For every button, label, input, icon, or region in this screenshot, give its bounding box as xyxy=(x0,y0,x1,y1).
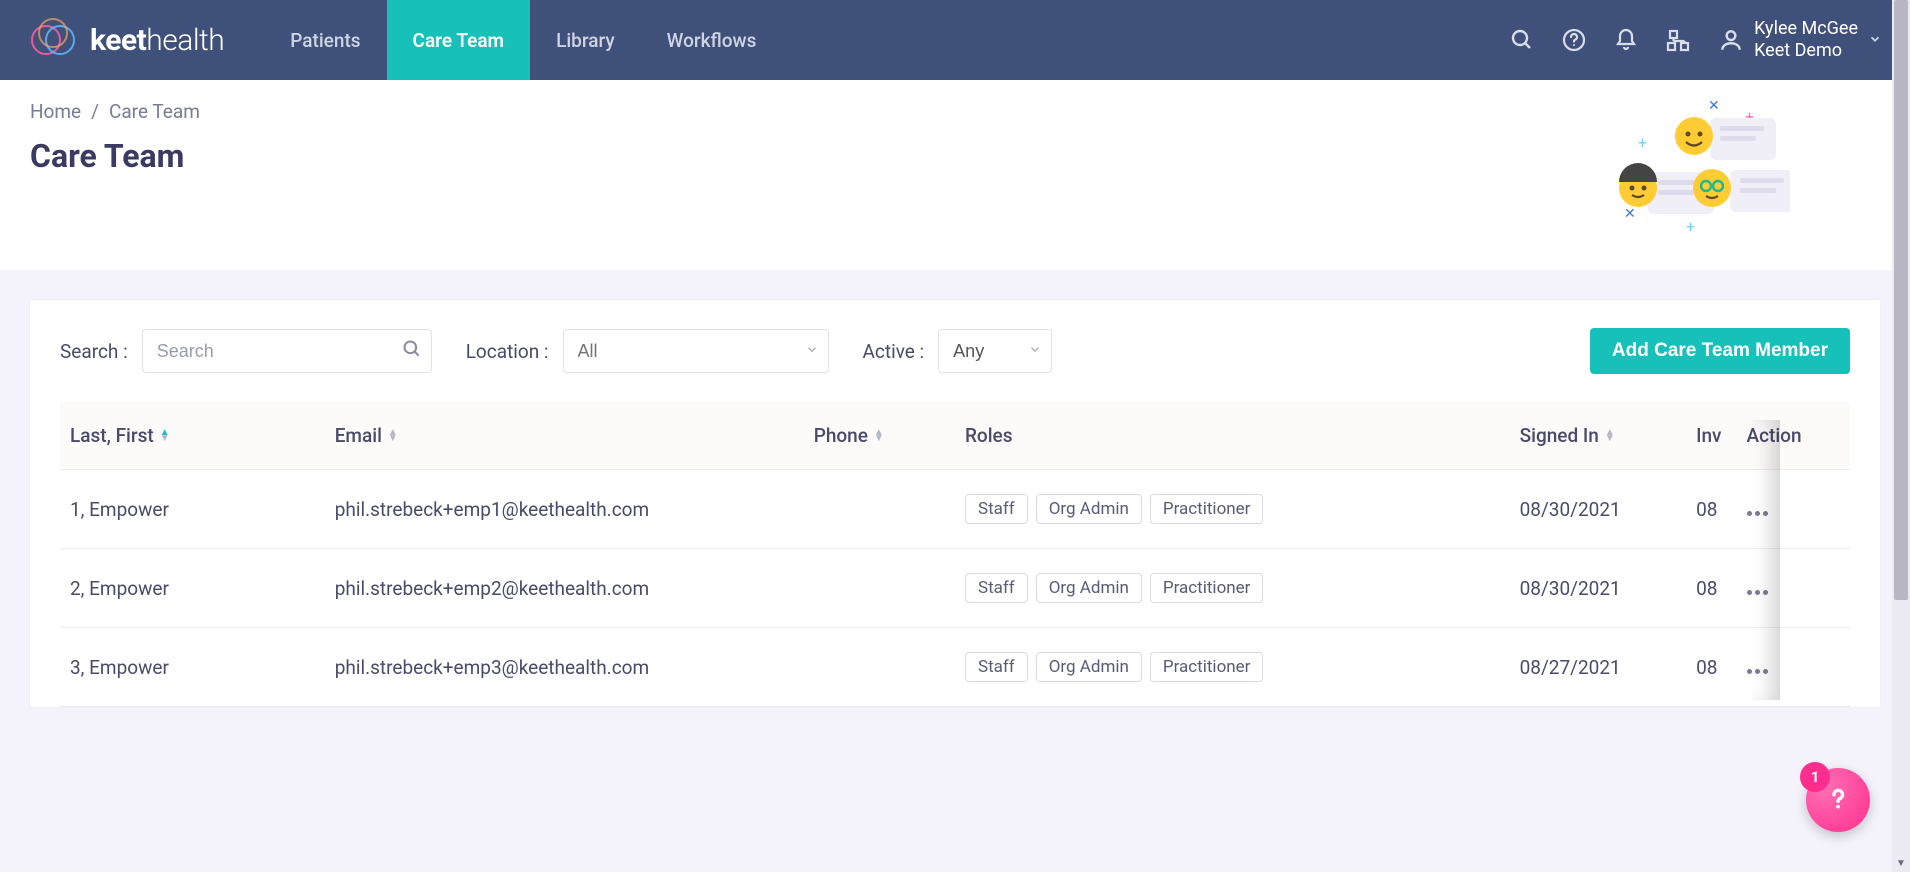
col-signed-in[interactable]: Signed In ▲▼ xyxy=(1510,402,1686,470)
org-icon[interactable] xyxy=(1666,28,1690,52)
cell-roles: Staff Org Admin Practitioner xyxy=(955,470,1510,549)
row-actions-menu[interactable] xyxy=(1747,590,1768,595)
user-text: Kylee McGee Keet Demo xyxy=(1754,18,1858,61)
cell-signed-in: 08/30/2021 xyxy=(1510,470,1686,549)
table-row[interactable]: 3, Empowerphil.strebeck+emp3@keethealth.… xyxy=(60,628,1850,707)
breadcrumb-sep: / xyxy=(91,100,99,123)
sort-icon: ▲▼ xyxy=(1605,430,1615,442)
cell-name: 2, Empower xyxy=(60,549,325,628)
row-actions-menu[interactable] xyxy=(1747,511,1768,516)
avatar-icon xyxy=(1718,27,1744,53)
sort-icon: ▲▼ xyxy=(388,430,398,442)
user-org: Keet Demo xyxy=(1754,40,1858,62)
search-icon[interactable] xyxy=(1510,28,1534,52)
cell-invited: 08 xyxy=(1686,549,1736,628)
scrollbar-down-arrow[interactable]: ▼ xyxy=(1892,854,1910,872)
search-input[interactable] xyxy=(142,329,432,373)
bell-icon[interactable] xyxy=(1614,28,1638,52)
cell-email: phil.strebeck+emp2@keethealth.com xyxy=(325,549,804,628)
main-nav: Patients Care Team Library Workflows xyxy=(264,0,782,80)
cell-signed-in: 08/27/2021 xyxy=(1510,628,1686,707)
svg-text:+: + xyxy=(1638,133,1647,152)
location-label: Location : xyxy=(466,340,549,363)
search-input-wrap xyxy=(142,329,432,373)
col-name[interactable]: Last, First ▲▼ xyxy=(60,402,325,470)
table-row[interactable]: 2, Empowerphil.strebeck+emp2@keethealth.… xyxy=(60,549,1850,628)
cell-invited: 08 xyxy=(1686,470,1736,549)
role-pill: Org Admin xyxy=(1036,494,1142,524)
cell-signed-in: 08/30/2021 xyxy=(1510,549,1686,628)
svg-text:+: + xyxy=(1686,217,1695,236)
nav-workflows[interactable]: Workflows xyxy=(641,0,783,80)
care-team-table: Last, First ▲▼ Email ▲▼ Phone ▲▼ xyxy=(30,402,1880,707)
search-label: Search : xyxy=(60,340,128,363)
svg-text:✕: ✕ xyxy=(1708,98,1720,114)
row-actions-menu[interactable] xyxy=(1747,669,1768,674)
cell-phone xyxy=(804,470,955,549)
search-input-icon[interactable] xyxy=(402,339,422,363)
cell-invited: 08 xyxy=(1686,628,1736,707)
help-badge: 1 xyxy=(1800,762,1830,792)
chevron-down-icon xyxy=(1868,31,1882,50)
chevron-down-icon xyxy=(1028,342,1042,361)
question-icon xyxy=(1822,784,1854,816)
page-header: Home / Care Team Care Team ✕ + + xyxy=(0,80,1910,270)
scrollbar[interactable]: ▼ xyxy=(1892,0,1910,872)
filter-bar: Search : Location : Active : Add Care Te… xyxy=(30,300,1880,402)
top-navbar: keethealth Patients Care Team Library Wo… xyxy=(0,0,1910,80)
location-select[interactable] xyxy=(563,329,829,373)
sort-icon: ▲▼ xyxy=(874,430,884,442)
cell-roles: Staff Org Admin Practitioner xyxy=(955,549,1510,628)
col-action: Action xyxy=(1737,402,1851,470)
content-card: Search : Location : Active : Add Care Te… xyxy=(30,300,1880,707)
active-label: Active : xyxy=(863,340,925,363)
logo-mark-icon xyxy=(30,17,76,63)
active-select[interactable] xyxy=(938,329,1052,373)
cell-email: phil.strebeck+emp1@keethealth.com xyxy=(325,470,804,549)
col-email[interactable]: Email ▲▼ xyxy=(325,402,804,470)
role-pill: Practitioner xyxy=(1150,573,1264,603)
cell-roles: Staff Org Admin Practitioner xyxy=(955,628,1510,707)
help-bubble[interactable]: 1 xyxy=(1806,768,1870,832)
table-row[interactable]: 1, Empowerphil.strebeck+emp1@keethealth.… xyxy=(60,470,1850,549)
cell-action xyxy=(1737,628,1851,707)
sort-icon: ▲▼ xyxy=(160,430,170,442)
role-pill: Staff xyxy=(965,494,1028,524)
role-pill: Practitioner xyxy=(1150,652,1264,682)
cell-phone xyxy=(804,628,955,707)
col-phone[interactable]: Phone ▲▼ xyxy=(804,402,955,470)
brand-logo[interactable]: keethealth xyxy=(30,17,224,63)
scrollbar-thumb[interactable] xyxy=(1894,0,1908,600)
user-menu[interactable]: Kylee McGee Keet Demo xyxy=(1718,18,1882,61)
cell-name: 1, Empower xyxy=(60,470,325,549)
cell-email: phil.strebeck+emp3@keethealth.com xyxy=(325,628,804,707)
user-name: Kylee McGee xyxy=(1754,18,1858,40)
role-pill: Practitioner xyxy=(1150,494,1264,524)
col-invited: Inv xyxy=(1686,402,1736,470)
role-pill: Org Admin xyxy=(1036,652,1142,682)
location-select-input[interactable] xyxy=(563,329,829,373)
help-icon[interactable] xyxy=(1562,28,1586,52)
breadcrumb-home[interactable]: Home xyxy=(30,100,81,123)
cell-action xyxy=(1737,470,1851,549)
role-pill: Staff xyxy=(965,573,1028,603)
nav-patients[interactable]: Patients xyxy=(264,0,386,80)
brand-text: keethealth xyxy=(90,23,224,58)
cell-phone xyxy=(804,549,955,628)
cell-action xyxy=(1737,549,1851,628)
chevron-down-icon xyxy=(805,342,819,361)
add-care-team-button[interactable]: Add Care Team Member xyxy=(1590,328,1850,374)
breadcrumb-current: Care Team xyxy=(109,100,200,123)
role-pill: Org Admin xyxy=(1036,573,1142,603)
role-pill: Staff xyxy=(965,652,1028,682)
svg-text:✕: ✕ xyxy=(1624,206,1636,222)
header-illustration: ✕ + + + ✕ xyxy=(1590,92,1790,256)
col-roles: Roles xyxy=(955,402,1510,470)
topbar-right: Kylee McGee Keet Demo xyxy=(1510,18,1882,61)
nav-care-team[interactable]: Care Team xyxy=(387,0,531,80)
nav-library[interactable]: Library xyxy=(530,0,641,80)
cell-name: 3, Empower xyxy=(60,628,325,707)
